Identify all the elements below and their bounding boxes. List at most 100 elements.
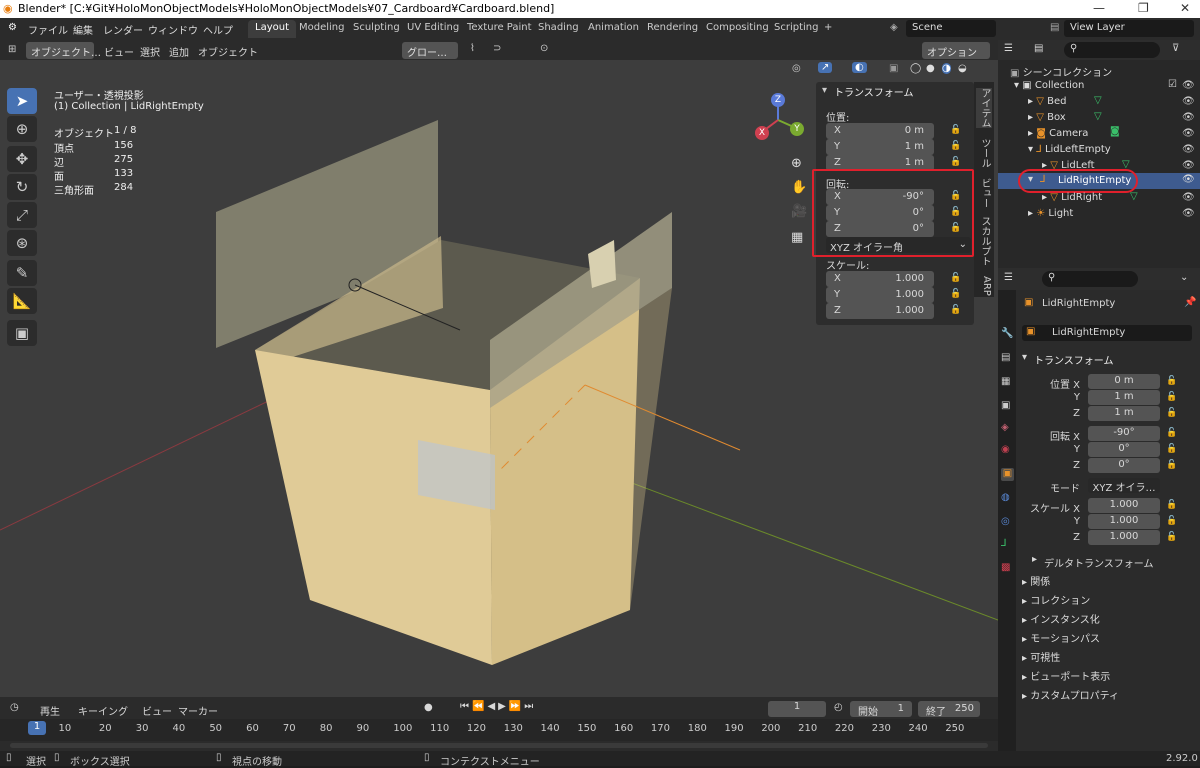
menu-window[interactable]: ウィンドウ (148, 22, 198, 37)
lock-icon[interactable]: 🔓 (1166, 428, 1177, 438)
outliner-scene-collection[interactable]: ▣ シーンコレクション (1010, 64, 1112, 80)
section-visibility[interactable]: ▸ 可視性 (1022, 649, 1060, 664)
prop-scale-x-field[interactable]: 1.000 (1088, 498, 1160, 513)
view-object-types-icon[interactable]: ◎ (792, 63, 801, 74)
location-x-field[interactable]: X 0 m (826, 123, 934, 139)
zoom-icon[interactable]: ⊕ (791, 156, 802, 171)
xray-icon[interactable]: ▣ (889, 63, 898, 74)
tab-rendering[interactable]: Rendering (640, 20, 705, 38)
prop-loc-z-field[interactable]: 1 m (1088, 406, 1160, 421)
section-custom-properties[interactable]: ▸ カスタムプロパティ (1022, 687, 1119, 702)
mode-dropdown[interactable]: オブジェクト… (26, 42, 101, 59)
timeline-scrollbar[interactable] (10, 743, 988, 748)
rendered-shading-icon[interactable]: ◒ (958, 63, 967, 74)
add-cube-tool-icon[interactable]: ▣ (7, 320, 37, 346)
data-tab-icon[interactable]: ⅃ (1001, 538, 1014, 551)
lock-icon[interactable]: 🔓 (1166, 460, 1177, 470)
rotate-tool-icon[interactable]: ↻ (7, 174, 37, 200)
menu-select[interactable]: 選択 (140, 44, 160, 59)
eye-icon[interactable]: 👁 (1182, 174, 1195, 185)
gizmo-toggle-icon[interactable]: ↗ (818, 62, 833, 73)
prop-rot-x-field[interactable]: -90° (1088, 426, 1160, 441)
scale-x-field[interactable]: X 1.000 (826, 271, 934, 287)
outliner-row-camera[interactable]: ▸ ◙ Camera (1028, 128, 1088, 144)
tab-item[interactable]: アイテム (976, 88, 992, 128)
material-shading-icon[interactable]: ◑ (942, 63, 951, 74)
output-tab-icon[interactable]: ▦ (1001, 376, 1014, 389)
lock-icon[interactable]: 🔓 (1166, 516, 1177, 526)
gizmo-y[interactable]: Y (790, 122, 804, 136)
menu-render[interactable]: レンダー (103, 22, 143, 37)
eye-icon[interactable]: 👁 (1182, 144, 1195, 155)
transform-tool-icon[interactable]: ⊛ (7, 230, 37, 256)
lock-icon[interactable]: 🔓 (1166, 500, 1177, 510)
eye-icon[interactable]: 👁 (1182, 160, 1195, 171)
pan-hand-icon[interactable]: ✋ (791, 180, 807, 195)
magnet-icon[interactable]: ⊃ (493, 43, 501, 54)
lock-icon[interactable]: 🔓 (950, 289, 961, 299)
solid-shading-icon[interactable]: ● (926, 63, 935, 74)
scale-z-field[interactable]: Z 1.000 (826, 303, 934, 319)
editor-type-icon[interactable]: ◷ (10, 702, 19, 713)
outliner-row-lidright[interactable]: ▸ ▽ LidRight (1042, 192, 1102, 208)
gizmo-z[interactable]: Z (771, 93, 785, 107)
menu-object[interactable]: オブジェクト (198, 44, 258, 59)
playhead[interactable]: 1 (28, 721, 46, 735)
section-motion-paths[interactable]: ▸ モーションパス (1022, 630, 1100, 645)
cursor-tool-icon[interactable]: ⊕ (7, 116, 37, 142)
editor-type-icon[interactable]: ☰ (1004, 272, 1013, 283)
proportional-edit-icon[interactable]: ⊙ (540, 43, 548, 54)
add-workspace-button[interactable]: + (817, 20, 839, 38)
record-icon[interactable]: ● (424, 702, 433, 713)
object-tab-icon[interactable]: ▣ (1001, 468, 1014, 481)
eye-icon[interactable]: 👁 (1182, 128, 1195, 139)
view-layer-field[interactable]: View Layer (1064, 20, 1194, 37)
menu-marker[interactable]: マーカー (178, 703, 218, 718)
scale-tool-icon[interactable]: ⤢ (7, 202, 37, 228)
editor-type-icon[interactable]: ⊞ (8, 44, 16, 55)
move-tool-icon[interactable]: ✥ (7, 146, 37, 172)
start-frame-field[interactable]: 開始 1 (850, 701, 912, 718)
view-layer-tab-icon[interactable]: ▣ (1001, 400, 1014, 413)
checkbox-icon[interactable]: ☑ (1168, 79, 1177, 90)
tab-layout[interactable]: Layout (248, 20, 296, 38)
collapse-arrow-icon[interactable]: ▾ (822, 85, 827, 96)
tab-uv-editing[interactable]: UV Editing (400, 20, 466, 38)
camera-view-icon[interactable]: 🎥 (791, 204, 807, 219)
maximize-icon[interactable]: ❐ (1138, 1, 1149, 15)
menu-help[interactable]: ヘルプ (203, 22, 233, 37)
lock-icon[interactable]: 🔓 (1166, 532, 1177, 542)
section-viewport-display[interactable]: ▸ ビューポート表示 (1022, 668, 1110, 683)
ortho-grid-icon[interactable]: ▦ (791, 230, 803, 245)
prop-scale-y-field[interactable]: 1.000 (1088, 514, 1160, 529)
navigation-gizmo[interactable]: Z Y X (750, 92, 810, 148)
eye-icon[interactable]: 👁 (1182, 112, 1195, 123)
tab-shading[interactable]: Shading (531, 20, 586, 38)
section-instancing[interactable]: ▸ インスタンス化 (1022, 611, 1100, 626)
menu-file[interactable]: ファイル (28, 22, 68, 37)
section-collections[interactable]: ▸ コレクション (1022, 592, 1090, 607)
wireframe-shading-icon[interactable]: ◯ (910, 63, 921, 74)
minimize-icon[interactable]: — (1093, 1, 1105, 15)
scene-field[interactable]: Scene (906, 20, 996, 37)
lock-icon[interactable]: 🔓 (950, 157, 961, 167)
lock-icon[interactable]: 🔓 (1166, 392, 1177, 402)
texture-tab-icon[interactable]: ▩ (1001, 562, 1014, 575)
physics-tab-icon[interactable]: ◎ (1001, 516, 1014, 529)
eye-icon[interactable]: 👁 (1182, 96, 1195, 107)
lock-icon[interactable]: 🔓 (950, 141, 961, 151)
filter-icon[interactable]: ⊽ (1172, 43, 1179, 54)
measure-tool-icon[interactable]: 📐 (7, 288, 37, 314)
tab-view[interactable]: ビュー (976, 178, 992, 208)
playback-controls[interactable]: ⏮⏪◀▶⏩⏭ (460, 701, 536, 712)
scale-y-field[interactable]: Y 1.000 (826, 287, 934, 303)
eye-icon[interactable]: 👁 (1182, 208, 1195, 219)
blender-menu-icon[interactable]: ⚙ (8, 22, 17, 33)
menu-edit[interactable]: 編集 (73, 22, 93, 37)
tab-arp[interactable]: ARP (976, 276, 992, 296)
outliner-row-lidleftempty[interactable]: ▾ ⅃ LidLeftEmpty (1028, 144, 1111, 160)
collapse-arrow-icon[interactable]: ▾ (1022, 352, 1027, 363)
prop-loc-x-field[interactable]: 0 m (1088, 374, 1160, 389)
render-tab-icon[interactable]: ▤ (1001, 352, 1014, 365)
menu-add[interactable]: 追加 (169, 44, 189, 59)
